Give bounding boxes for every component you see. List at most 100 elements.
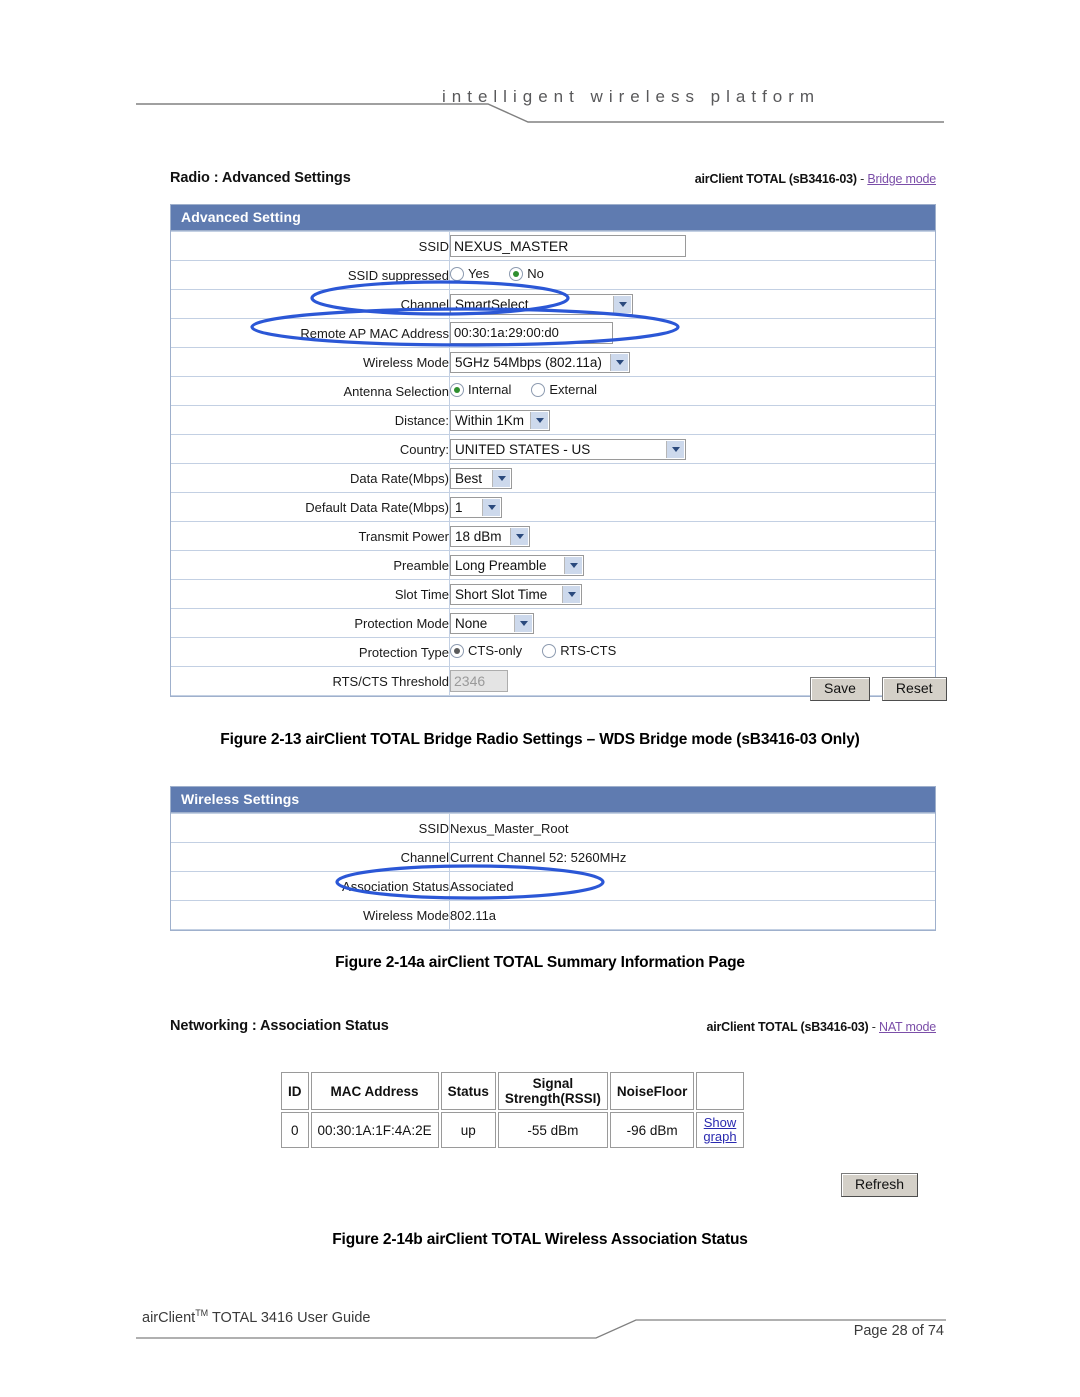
slot-time-select[interactable]: Short Slot Time [450,583,582,605]
distance-select[interactable]: Within 1Km [450,409,550,431]
row-label: Slot Time [171,579,450,609]
page-footer: airClientTM TOTAL 3416 User Guide Page 2… [0,1300,1080,1360]
row-label: SSID [171,813,450,843]
reset-button[interactable]: Reset [881,677,947,701]
row-label: Wireless Mode [171,347,450,377]
table-row: Protection Mode None [171,608,935,638]
default-data-rate-value: 1 [455,499,463,515]
wireless-mode-select[interactable]: 5GHz 54Mbps (802.11a) [450,351,630,373]
table-row: Country: UNITED STATES - US [171,434,935,464]
row-value: NEXUS_MASTER [449,231,935,261]
country-value: UNITED STATES - US [455,441,591,457]
country-select[interactable]: UNITED STATES - US [450,438,686,460]
show-graph-link[interactable]: Show graph [703,1116,736,1144]
cell-status: up [440,1112,496,1148]
remote-ap-mac-input[interactable]: 00:30:1a:29:00:d0 [450,322,613,344]
save-button[interactable]: Save [810,677,870,701]
chevron-down-icon[interactable] [530,411,548,429]
protection-type-cts-only[interactable]: CTS-only [450,643,522,658]
separator-dash: - [868,1020,879,1034]
refresh-button[interactable]: Refresh [841,1173,919,1197]
row-label: Protection Mode [171,608,450,638]
ssid-suppressed-yes[interactable]: Yes [450,266,489,281]
radio-icon-selected[interactable] [509,266,524,281]
page-title: Networking : Association Status [170,1018,389,1034]
row-label: Antenna Selection [171,376,450,406]
antenna-internal[interactable]: Internal [450,382,511,397]
radio-icon[interactable] [542,643,557,658]
row-label: Wireless Mode [171,900,450,930]
table-row: Antenna Selection Internal External [171,376,935,406]
chevron-down-icon[interactable] [492,469,510,487]
transmit-power-value: 18 dBm [455,528,502,544]
row-value: UNITED STATES - US [449,434,935,464]
channel-select-value: SmartSelect [455,296,529,312]
figure-2-14a-caption: Figure 2-14a airClient TOTAL Summary Inf… [335,954,745,971]
protection-type-rts-cts[interactable]: RTS-CTS [542,643,616,658]
row-label: SSID suppressed [171,260,450,290]
radio-label: RTS-CTS [560,643,617,659]
row-value: Internal External [449,376,935,406]
footer-title-main: airClient [142,1309,196,1326]
table-row: Wireless Mode 5GHz 54Mbps (802.11a) [171,347,935,377]
row-value: Long Preamble [449,550,935,580]
chevron-down-icon[interactable] [510,527,528,545]
row-label: Distance: [171,405,450,435]
row-value: Within 1Km [449,405,935,435]
figure-2-13-caption: Figure 2-13 airClient TOTAL Bridge Radio… [220,731,860,748]
chevron-down-icon[interactable] [482,498,500,516]
table-row: SSID suppressed Yes No [171,260,935,290]
radio-icon-selected[interactable] [450,643,464,658]
chevron-down-icon[interactable] [613,295,631,313]
channel-select[interactable]: SmartSelect [450,293,633,315]
radio-label: Internal [468,382,512,398]
column-header-signal-line2: Strength(RSSI) [504,1091,601,1106]
radio-icon-selected[interactable] [450,382,464,397]
wireless-settings-table: SSID Nexus_Master_Root Channel Current C… [171,813,935,930]
protection-mode-select[interactable]: None [450,612,534,634]
row-label: Data Rate(Mbps) [171,463,450,493]
table-row: Default Data Rate(Mbps) 1 [171,492,935,522]
advanced-setting-panel-title: Advanced Setting [171,205,935,231]
chevron-down-icon[interactable] [562,585,580,603]
nat-mode-link[interactable]: NAT mode [879,1020,936,1034]
transmit-power-select[interactable]: 18 dBm [450,525,530,547]
row-value: 802.11a [449,900,935,930]
row-value: 5GHz 54Mbps (802.11a) [449,347,935,377]
table-row: SSID NEXUS_MASTER [171,231,935,261]
preamble-select[interactable]: Long Preamble [450,554,584,576]
cell-mac-address: 00:30:1A:1F:4A:2E [310,1112,439,1148]
column-header-actions [696,1072,744,1110]
cell-signal-strength: -55 dBm [497,1112,608,1148]
chevron-down-icon[interactable] [514,614,532,632]
footer-document-title: airClientTM TOTAL 3416 User Guide [142,1308,370,1326]
ssid-input[interactable]: NEXUS_MASTER [450,235,686,257]
slot-time-value: Short Slot Time [455,586,548,602]
row-label: RTS/CTS Threshold [171,666,450,696]
column-header-signal-strength: Signal Strength(RSSI) [497,1072,608,1110]
rts-cts-threshold-input[interactable]: 2346 [450,670,508,692]
row-value: 00:30:1a:29:00:d0 [449,318,935,348]
radio-label: CTS-only [468,643,523,659]
table-row: Remote AP MAC Address 00:30:1a:29:00:d0 [171,318,935,348]
chevron-down-icon[interactable] [564,556,582,574]
column-header-mac-address: MAC Address [310,1072,439,1110]
radio-icon[interactable] [450,266,464,281]
radio-label: Yes [468,266,490,282]
ssid-suppressed-no[interactable]: No [509,266,544,281]
show-graph-line1: Show [703,1115,737,1130]
chevron-down-icon[interactable] [666,440,684,458]
association-status-button-row: Refresh [841,1173,919,1197]
chevron-down-icon[interactable] [610,353,628,371]
radio-label: No [527,266,544,282]
default-data-rate-select[interactable]: 1 [450,496,502,518]
table-header-row: ID MAC Address Status Signal Strength(RS… [281,1072,744,1110]
wireless-mode-value: 5GHz 54Mbps (802.11a) [455,354,602,370]
wireless-settings-panel-title: Wireless Settings [171,787,935,813]
antenna-external[interactable]: External [531,382,597,397]
bridge-mode-link[interactable]: Bridge mode [867,172,936,186]
data-rate-select[interactable]: Best [450,467,512,489]
distance-value: Within 1Km [455,412,525,428]
advanced-setting-panel: Advanced Setting SSID NEXUS_MASTER SSID … [170,204,936,697]
radio-icon[interactable] [531,382,546,397]
